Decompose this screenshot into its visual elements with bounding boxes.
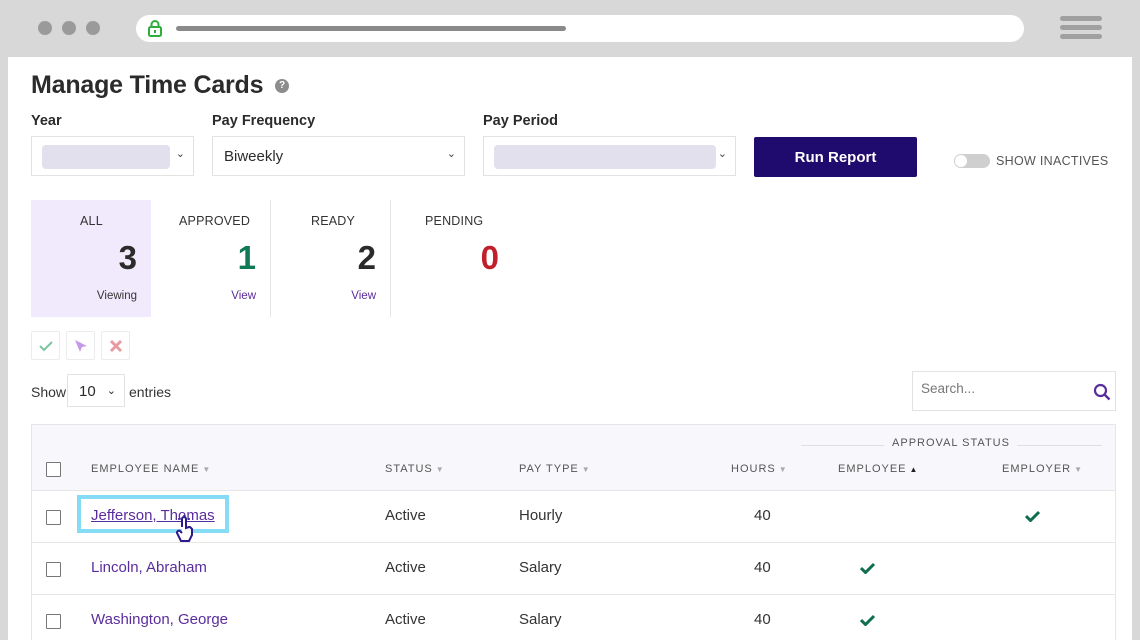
pay-frequency-select[interactable]: Biweekly ⌄ [212,136,465,176]
show-inactives-toggle[interactable] [954,154,990,168]
window-dot-minimize[interactable] [62,21,76,35]
status-cell: Active [385,507,426,524]
tile-count: 3 [118,239,137,276]
page-title: Manage Time Cards [31,71,264,99]
year-select[interactable]: ⌄ [31,136,194,176]
pay-period-value-placeholder [494,145,716,169]
window-dot-maximize[interactable] [86,21,100,35]
table-row: Washington, George Active Salary 40 [32,595,1115,640]
row-checkbox[interactable] [46,562,61,577]
lock-icon [148,20,162,42]
entries-label: entries [129,384,172,400]
tile-pending[interactable]: PENDING 0 [391,200,511,317]
show-inactives-label: SHOW INACTIVES [996,154,1109,168]
pay-type-cell: Salary [519,559,562,576]
col-employer-approval[interactable]: EMPLOYER ▼ [1002,463,1083,475]
run-report-button[interactable]: Run Report [754,137,917,177]
tile-ready[interactable]: READY 2 View [271,200,391,317]
col-pay-type[interactable]: PAY TYPE ▼ [519,463,591,475]
address-bar[interactable] [136,15,1024,42]
status-cell: Active [385,611,426,628]
tile-view-link[interactable]: View [231,290,256,302]
show-label: Show [31,384,67,400]
tile-label: ALL [80,214,103,228]
pay-type-cell: Hourly [519,507,563,524]
tile-all[interactable]: ALL 3 Viewing [31,200,151,317]
page-content: Manage Time Cards ? Year ⌄ Pay Frequency… [8,57,1132,640]
col-employee-name[interactable]: EMPLOYEE NAME ▼ [91,463,211,475]
tile-label: APPROVED [179,214,251,228]
hand-pointer-cursor-icon [176,515,193,542]
col-employee-approval[interactable]: EMPLOYEE ▲ [838,463,918,475]
send-icon [74,340,87,352]
employee-approved-check-icon [860,562,875,574]
hours-cell: 40 [754,559,771,576]
year-value-placeholder [42,145,170,169]
employee-name-link[interactable]: Washington, George [91,611,228,628]
page-length-select[interactable]: 10 ⌄ [67,374,125,407]
employer-approved-check-icon [1025,510,1040,522]
col-hours[interactable]: HOURS ▼ [731,463,788,475]
pay-period-select[interactable]: ⌄ [483,136,736,176]
table-header: APPROVAL STATUS EMPLOYEE NAME ▼ STATUS ▼ P… [32,425,1115,491]
employee-name-link[interactable]: Lincoln, Abraham [91,559,207,576]
chevron-down-icon: ⌄ [175,148,185,160]
hours-cell: 40 [754,611,771,628]
reject-button[interactable] [101,331,130,360]
tile-count: 1 [237,239,256,276]
col-status[interactable]: STATUS ▼ [385,463,445,475]
table-row: Jefferson, Thomas Active Hourly 40 [32,491,1115,543]
chevron-down-icon: ⌄ [446,148,456,160]
select-all-checkbox[interactable] [46,462,61,477]
timecards-table: APPROVAL STATUS EMPLOYEE NAME ▼ STATUS ▼ P… [31,424,1116,640]
window-dot-close[interactable] [38,21,52,35]
pay-frequency-label: Pay Frequency [212,113,316,129]
url-placeholder-bar [176,26,566,31]
hours-cell: 40 [754,507,771,524]
help-icon[interactable]: ? [275,79,289,93]
page-length-value: 10 [79,383,96,400]
browser-chrome [0,0,1140,57]
approval-status-group-header: APPROVAL STATUS [801,437,1101,449]
search-input[interactable] [921,381,1081,396]
row-checkbox[interactable] [46,510,61,525]
tile-count: 2 [357,239,376,276]
status-cell: Active [385,559,426,576]
chevron-down-icon: ⌄ [717,148,727,160]
tile-count: 0 [480,239,499,276]
tile-viewing-text: Viewing [96,290,137,302]
divider [1017,445,1102,446]
pay-period-label: Pay Period [483,113,558,129]
tile-view-link[interactable]: View [351,290,376,302]
send-button[interactable] [66,331,95,360]
x-icon [109,339,122,353]
check-icon [38,341,53,352]
table-row: Lincoln, Abraham Active Salary 40 [32,543,1115,595]
tile-approved[interactable]: APPROVED 1 View [151,200,271,317]
search-box[interactable] [912,371,1116,411]
tile-label: READY [311,214,356,228]
row-checkbox[interactable] [46,614,61,629]
pay-type-cell: Salary [519,611,562,628]
approve-button[interactable] [31,331,60,360]
year-label: Year [31,113,62,129]
employee-approved-check-icon [860,614,875,626]
hamburger-icon[interactable] [1060,16,1102,43]
pay-frequency-value: Biweekly [224,148,284,165]
tile-label: PENDING [425,214,484,228]
search-icon[interactable] [1093,383,1111,406]
chevron-down-icon: ⌄ [106,385,116,397]
